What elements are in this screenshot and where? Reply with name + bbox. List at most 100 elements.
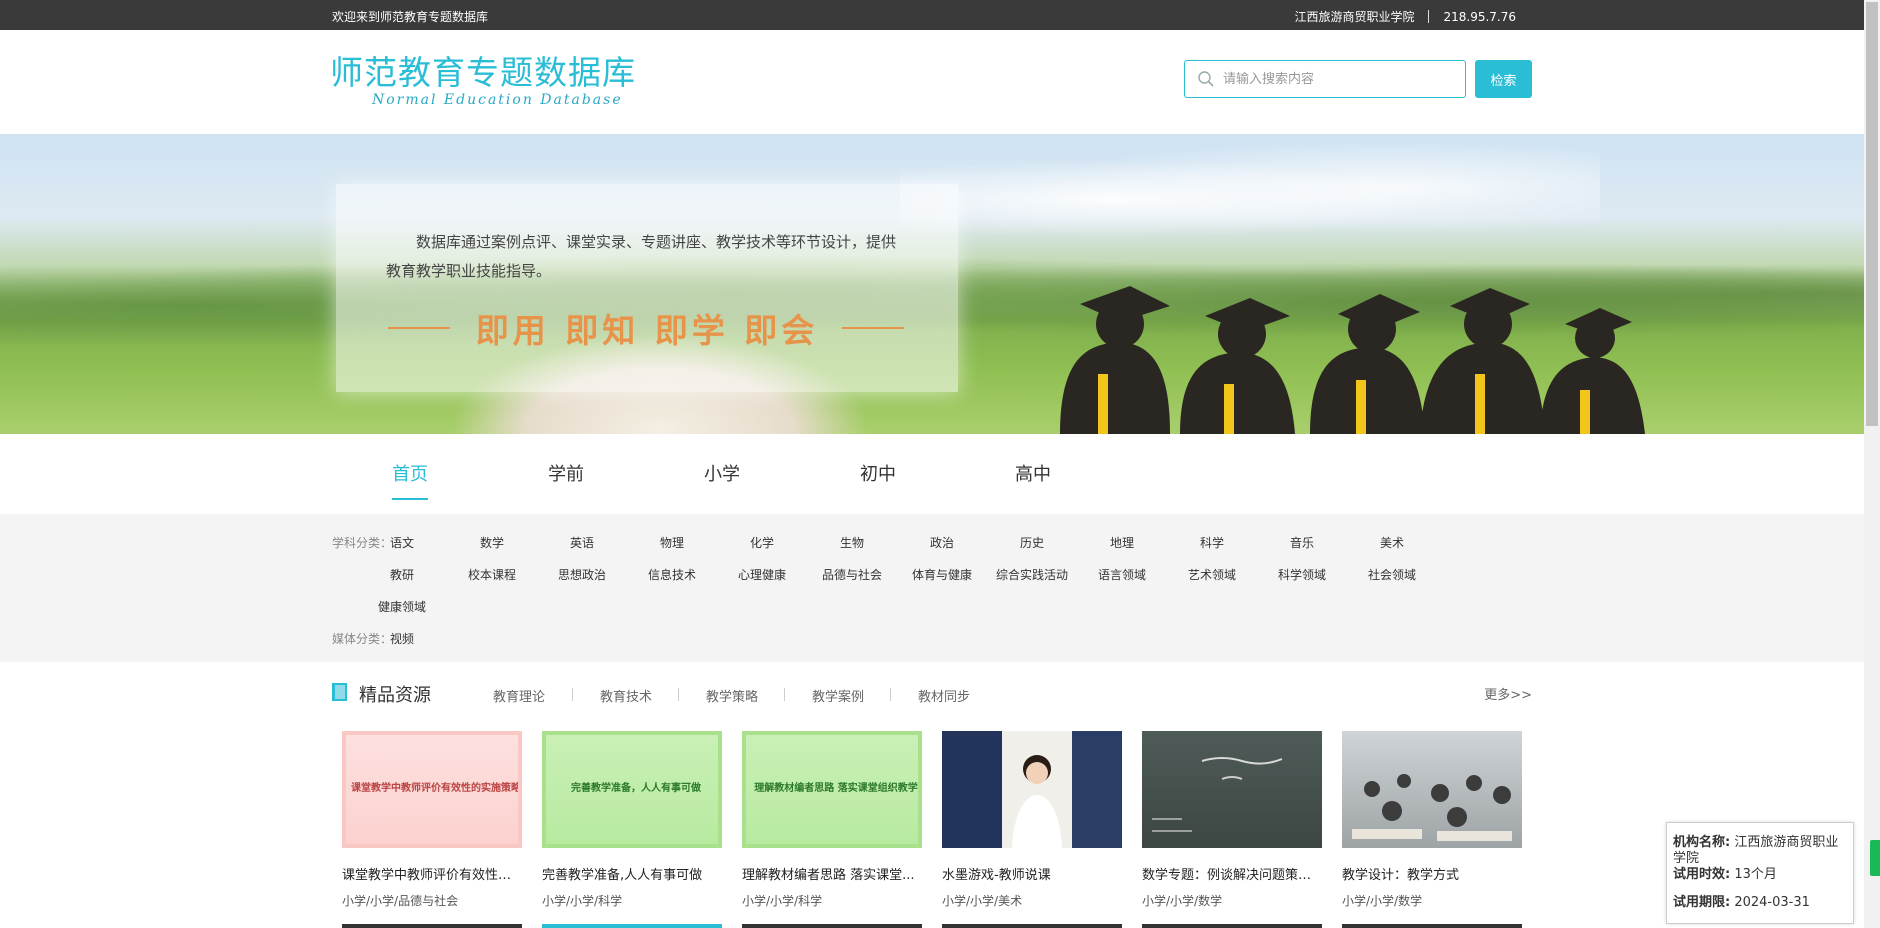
resource-card[interactable]: 完善教学准备，人人有事可做 完善教学准备,人人有事可做 小学/小学/科学 xyxy=(542,731,722,909)
subject-item[interactable]: 校本课程 xyxy=(447,566,537,583)
subject-item[interactable]: 生物 xyxy=(807,534,897,551)
site-logo[interactable]: 师范教育专题数据库 xyxy=(330,46,636,94)
banner-intro: 数据库通过案例点评、课堂实录、专题讲座、教学技术等环节设计，提供教育教学职业技能… xyxy=(386,233,897,280)
subject-item[interactable]: 地理 xyxy=(1077,534,1167,551)
subject-item[interactable]: 科学领域 xyxy=(1257,566,1347,583)
resource-card[interactable]: 数学专题：例谈解决问题策略... 小学/小学/数学 xyxy=(1142,731,1322,909)
info-institution: 机构名称: 江西旅游商贸职业学院 xyxy=(1673,835,1849,867)
resource-title[interactable]: 理解教材编者思路 落实课堂... xyxy=(742,864,922,883)
next-row-card-edge xyxy=(942,924,1122,928)
subject-item[interactable]: 物理 xyxy=(627,534,717,551)
tab-teaching-strategy[interactable]: 教学策略 xyxy=(706,686,758,705)
resource-thumbnail[interactable] xyxy=(1142,731,1322,848)
resource-thumbnail[interactable]: 理解教材编者思路 落实课堂组织教学 xyxy=(742,731,922,848)
trial-info-box: 机构名称: 江西旅游商贸职业学院 试用时效: 13个月 试用期限: 2024-0… xyxy=(1666,822,1854,924)
resource-card[interactable]: 理解教材编者思路 落实课堂组织教学 理解教材编者思路 落实课堂... 小学/小学… xyxy=(742,731,922,909)
chalkboard-still xyxy=(1152,757,1283,832)
resource-card[interactable]: 教学设计：教学方式 小学/小学/数学 xyxy=(1342,731,1522,909)
resource-title[interactable]: 教学设计：教学方式 xyxy=(1342,864,1522,883)
resource-title[interactable]: 数学专题：例谈解决问题策略... xyxy=(1142,864,1322,883)
ip-address: 218.95.7.76 xyxy=(1443,9,1516,24)
subject-item[interactable]: 化学 xyxy=(717,534,807,551)
search-icon xyxy=(1198,71,1214,87)
side-float-tab[interactable] xyxy=(1870,840,1880,876)
thumbnail-caption: 完善教学准备，人人有事可做 xyxy=(571,783,701,794)
info-expiry: 试用期限: 2024-03-31 xyxy=(1673,895,1849,911)
resource-thumbnail[interactable]: 完善教学准备，人人有事可做 xyxy=(542,731,722,848)
resource-thumbnail[interactable] xyxy=(1342,731,1522,848)
institution-name: 江西旅游商贸职业学院 xyxy=(1294,10,1415,24)
page-scrollbar[interactable] xyxy=(1864,0,1880,928)
classroom-still xyxy=(1352,774,1512,841)
subject-item[interactable]: 社会领域 xyxy=(1347,566,1437,583)
resource-path: 小学/小学/数学 xyxy=(1142,894,1223,908)
info-duration-label: 试用时效: xyxy=(1673,867,1731,882)
graduates-illustration xyxy=(1060,286,1645,434)
subject-item[interactable]: 艺术领域 xyxy=(1167,566,1257,583)
subject-item[interactable]: 数学 xyxy=(447,534,537,551)
search-input[interactable] xyxy=(1223,67,1459,91)
nav-item-junior-high[interactable]: 初中 xyxy=(860,460,896,486)
next-row-card-edge xyxy=(742,924,922,928)
search-button[interactable]: 检索 xyxy=(1475,60,1532,98)
subject-item[interactable]: 英语 xyxy=(537,534,627,551)
subject-item[interactable]: 语言领域 xyxy=(1077,566,1167,583)
resource-card[interactable]: 水墨游戏-教师说课 小学/小学/美术 xyxy=(942,731,1122,909)
resource-title[interactable]: 课堂教学中教师评价有效性的... xyxy=(342,864,522,883)
resource-title[interactable]: 完善教学准备,人人有事可做 xyxy=(542,864,722,883)
subject-item[interactable]: 品德与社会 xyxy=(807,566,897,583)
info-institution-label: 机构名称: xyxy=(1673,835,1731,850)
search-box xyxy=(1184,60,1466,98)
subject-item[interactable]: 信息技术 xyxy=(627,566,717,583)
more-link[interactable]: 更多>> xyxy=(1484,684,1532,703)
tab-education-theory[interactable]: 教育理论 xyxy=(493,686,545,705)
tab-teaching-cases[interactable]: 教学案例 xyxy=(812,686,864,705)
subject-item[interactable]: 语文 xyxy=(357,534,447,551)
info-duration: 试用时效: 13个月 xyxy=(1673,867,1849,883)
thumbnail-caption: 理解教材编者思路 落实课堂组织教学 xyxy=(754,783,918,794)
nav-item-senior-high[interactable]: 高中 xyxy=(1015,460,1051,486)
divider xyxy=(784,688,785,701)
teacher-video-still xyxy=(942,731,1122,848)
subject-item[interactable]: 心理健康 xyxy=(717,566,807,583)
site-logo-subtitle: Normal Education Database xyxy=(372,92,623,108)
resource-path: 小学/小学/科学 xyxy=(742,894,823,908)
tab-education-technology[interactable]: 教育技术 xyxy=(600,686,652,705)
divider xyxy=(890,688,891,701)
tab-textbook-sync[interactable]: 教材同步 xyxy=(918,686,970,705)
divider xyxy=(678,688,679,701)
resource-path: 小学/小学/美术 xyxy=(942,894,1023,908)
nav-item-preschool[interactable]: 学前 xyxy=(548,460,584,486)
subject-item[interactable]: 音乐 xyxy=(1257,534,1347,551)
resource-thumbnail[interactable]: 课堂教学中教师评价有效性的实施策略 xyxy=(342,731,522,848)
top-bar-right: 江西旅游商贸职业学院 218.95.7.76 xyxy=(1294,8,1516,25)
subject-item[interactable]: 思想政治 xyxy=(537,566,627,583)
resource-title[interactable]: 水墨游戏-教师说课 xyxy=(942,864,1122,883)
slogan-line-right xyxy=(842,327,904,329)
subject-item[interactable]: 教研 xyxy=(357,566,447,583)
resources-header: 精品资源 教育理论 教育技术 教学策略 教学案例 教材同步 更多>> xyxy=(332,680,1532,706)
nav-active-underline xyxy=(392,498,428,500)
next-row-card-edge xyxy=(1142,924,1322,928)
subject-item[interactable]: 体育与健康 xyxy=(897,566,987,583)
divider xyxy=(572,688,573,701)
nav-item-home[interactable]: 首页 xyxy=(392,460,428,486)
subject-item[interactable]: 美术 xyxy=(1347,534,1437,551)
resource-thumbnail[interactable] xyxy=(942,731,1122,848)
subject-item[interactable]: 政治 xyxy=(897,534,987,551)
welcome-text: 欢迎来到师范教育专题数据库 xyxy=(332,10,489,24)
divider xyxy=(1428,10,1430,23)
subject-item[interactable]: 综合实践活动 xyxy=(987,566,1077,583)
subject-item[interactable]: 科学 xyxy=(1167,534,1257,551)
subject-item[interactable]: 历史 xyxy=(987,534,1077,551)
next-row-card-edge xyxy=(1342,924,1522,928)
media-item-video[interactable]: 视频 xyxy=(357,630,447,647)
resource-path: 小学/小学/数学 xyxy=(1342,894,1423,908)
info-expiry-label: 试用期限: xyxy=(1673,895,1731,910)
resource-card[interactable]: 课堂教学中教师评价有效性的实施策略 课堂教学中教师评价有效性的... 小学/小学… xyxy=(342,731,522,909)
nav-item-primary[interactable]: 小学 xyxy=(704,460,740,486)
scrollbar-thumb[interactable] xyxy=(1866,2,1878,426)
bookmark-icon xyxy=(332,683,347,701)
category-filter: 学科分类： 语文 数学 英语 物理 化学 生物 政治 历史 地理 科学 音乐 美术 教研 校本课程 思想政治… xyxy=(0,514,1864,662)
subject-item[interactable]: 健康领域 xyxy=(357,598,447,615)
